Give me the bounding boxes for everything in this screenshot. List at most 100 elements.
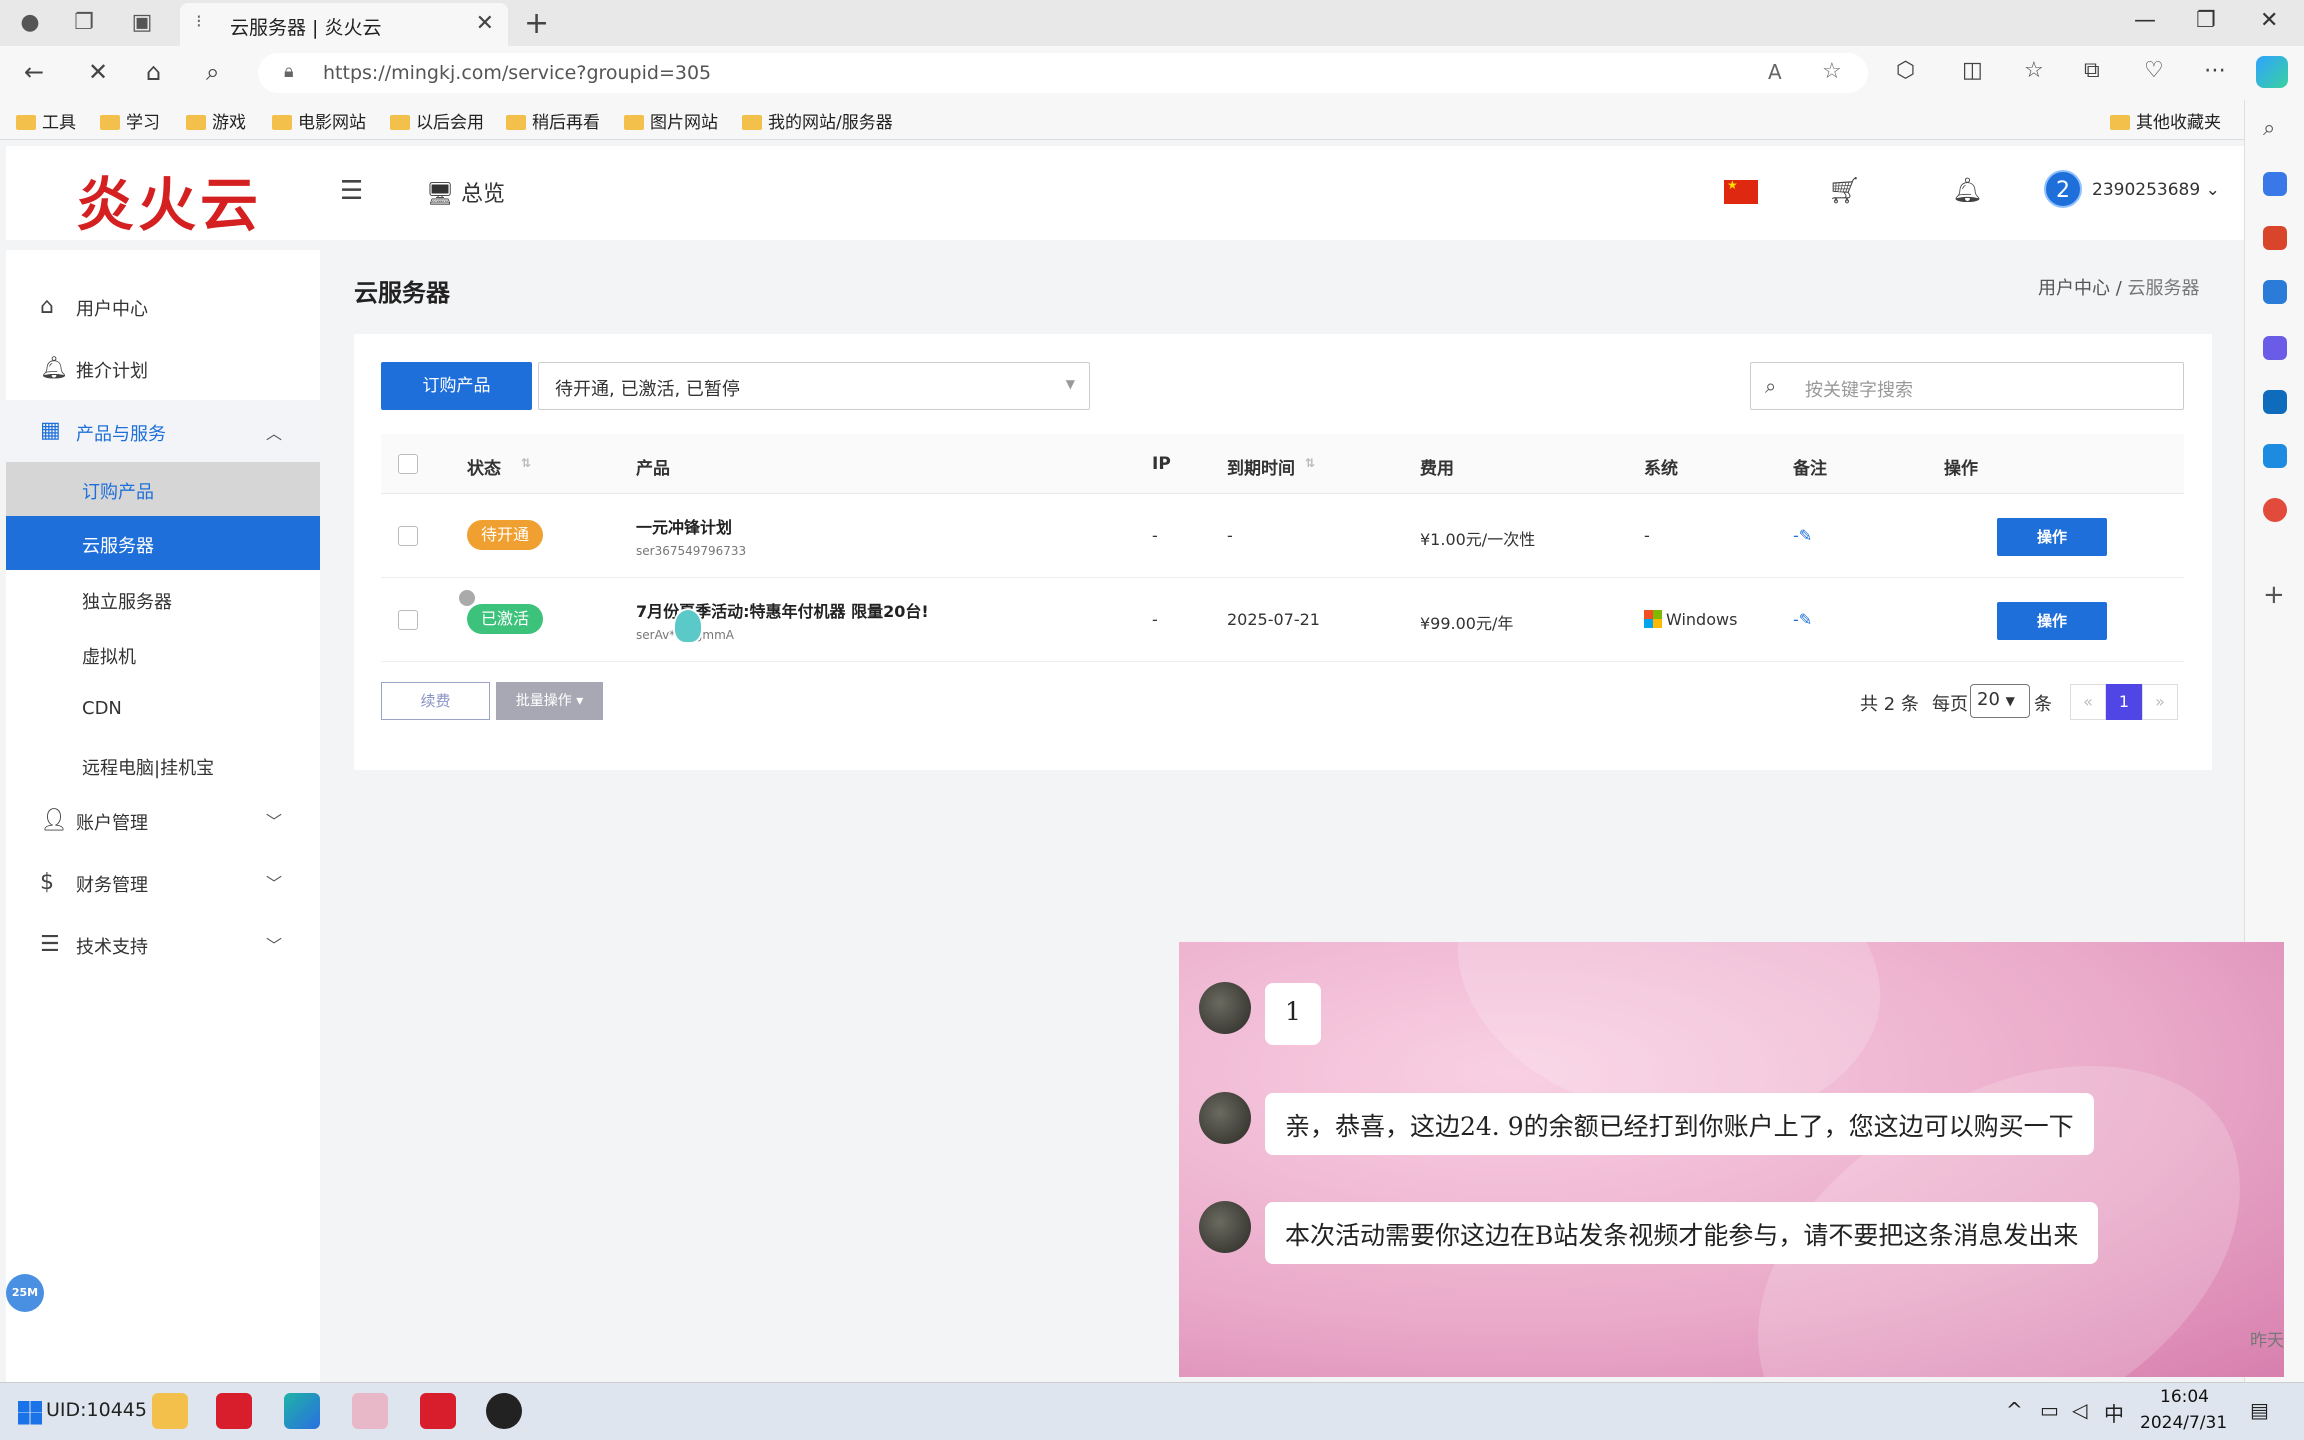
site-logo[interactable]: 炎火云: [76, 158, 262, 242]
new-tab-icon[interactable]: +: [524, 6, 549, 41]
ime-indicator[interactable]: 中: [2104, 1398, 2124, 1427]
restore-icon[interactable]: ❐: [2196, 8, 2216, 33]
add-app-icon[interactable]: +: [2263, 580, 2285, 610]
network-icon[interactable]: ▭: [2040, 1398, 2059, 1422]
product-name[interactable]: 一元冲锋计划: [636, 514, 732, 538]
search-icon[interactable]: ⌕: [206, 58, 219, 86]
app-icon[interactable]: [2263, 498, 2287, 522]
app-icon[interactable]: [420, 1393, 456, 1429]
username-dropdown[interactable]: 2390253689 ⌄: [2092, 180, 2220, 200]
bookmark-folder[interactable]: 电影网站: [272, 108, 366, 133]
app-icon[interactable]: [216, 1393, 252, 1429]
search-input[interactable]: ⌕ 按关键字搜索: [1750, 362, 2184, 410]
sidebar-item-finance[interactable]: $ 财务管理 ﹀: [6, 856, 320, 908]
sort-icon[interactable]: ⇅: [1305, 456, 1315, 470]
office-icon[interactable]: [2263, 336, 2287, 360]
bookmark-folder[interactable]: 学习: [100, 108, 160, 133]
row-checkbox[interactable]: [398, 610, 418, 630]
note-value[interactable]: -✎: [1793, 610, 1812, 629]
qq-icon[interactable]: [486, 1393, 522, 1429]
back-icon[interactable]: ←: [24, 58, 44, 86]
copilot-icon[interactable]: [2256, 56, 2288, 88]
bookmark-folder[interactable]: 图片网站: [624, 108, 718, 133]
clock-time[interactable]: 16:04: [2160, 1387, 2209, 1407]
close-window-icon[interactable]: ✕: [2260, 8, 2278, 33]
menu-toggle-icon[interactable]: ☰: [340, 176, 363, 206]
more-icon[interactable]: ⋯: [2204, 58, 2226, 83]
other-bookmarks-folder[interactable]: 其他收藏夹: [2110, 108, 2221, 133]
edge-icon[interactable]: [284, 1393, 320, 1429]
sidebar-item-user-center[interactable]: ⌂ 用户中心: [6, 280, 320, 332]
outlook-icon[interactable]: [2263, 390, 2287, 414]
file-explorer-icon[interactable]: [152, 1393, 188, 1429]
status-filter-select[interactable]: 待开通, 已激活, 已暂停 ▼: [538, 362, 1090, 410]
sidebar-sub-cdn[interactable]: CDN: [6, 682, 320, 736]
prev-page-button[interactable]: «: [2070, 684, 2106, 720]
extensions-icon[interactable]: ⬡: [1896, 58, 1915, 83]
start-icon[interactable]: [18, 1401, 42, 1425]
tab-close-icon[interactable]: ✕: [476, 11, 494, 36]
china-flag-icon[interactable]: [1724, 178, 1758, 204]
sort-icon[interactable]: ⇅: [521, 456, 531, 470]
bookmark-folder[interactable]: 游戏: [186, 108, 246, 133]
send-icon[interactable]: [2263, 444, 2287, 468]
url-field[interactable]: 🔒︎ https://mingkj.com/service?groupid=30…: [258, 53, 1868, 93]
sidebar-sub-cloud-server[interactable]: 云服务器: [6, 516, 320, 570]
batch-actions-button[interactable]: 批量操作 ▾: [496, 682, 603, 720]
notification-bell-icon[interactable]: 🔔︎: [1952, 176, 1982, 204]
order-product-button[interactable]: 订购产品: [381, 362, 532, 410]
browser-essentials-icon[interactable]: ♡: [2144, 58, 2164, 83]
image-app-icon[interactable]: [352, 1393, 388, 1429]
row-checkbox[interactable]: [398, 526, 418, 546]
chevron-down-icon: ▼: [2005, 694, 2015, 708]
sidebar-item-support[interactable]: ☰ 技术支持 ﹀: [6, 918, 320, 970]
per-page-select[interactable]: 20 ▼: [1970, 684, 2030, 718]
sidebar-sub-dedicated[interactable]: 独立服务器: [6, 572, 320, 626]
profile-icon[interactable]: ●: [16, 9, 44, 37]
action-button[interactable]: 操作: [1997, 602, 2107, 640]
stop-icon[interactable]: ✕: [88, 58, 108, 86]
collections-icon[interactable]: ⧉: [2084, 58, 2100, 83]
sidebar-sub-remote-pc[interactable]: 远程电脑|挂机宝: [6, 738, 320, 792]
sidebar-sub-order[interactable]: 订购产品: [6, 462, 320, 516]
overview-link[interactable]: 🖥︎ 总览: [426, 176, 505, 208]
sidebar-item-referral[interactable]: 🔔︎ 推介计划: [6, 342, 320, 394]
breadcrumb-user-center[interactable]: 用户中心: [2038, 278, 2110, 299]
home-icon[interactable]: ⌂: [146, 58, 161, 86]
workspaces-icon[interactable]: ❐: [70, 9, 98, 37]
notification-icon[interactable]: ▤: [2250, 1398, 2269, 1422]
bookmark-folder[interactable]: 稍后再看: [506, 108, 600, 133]
sidebar-search-icon[interactable]: ⌕: [2263, 116, 2275, 141]
sidebar-sub-vm[interactable]: 虚拟机: [6, 627, 320, 681]
tray-expand-icon[interactable]: ^: [2006, 1398, 2023, 1422]
sidebar-item-account[interactable]: 👤︎ 账户管理 ﹀: [6, 794, 320, 846]
games-icon[interactable]: [2263, 280, 2287, 304]
bookmark-folder[interactable]: 以后会用: [390, 108, 484, 133]
renew-button[interactable]: 续费: [381, 682, 490, 720]
bookmark-folder[interactable]: 我的网站/服务器: [742, 108, 893, 133]
shopping-icon[interactable]: [2263, 172, 2287, 196]
tab-actions-icon[interactable]: ▣: [128, 9, 156, 37]
minimize-icon[interactable]: —: [2134, 8, 2156, 33]
volume-icon[interactable]: ◁: [2072, 1398, 2087, 1422]
browser-tab[interactable]: ⁝ 云服务器 | 炎火云 ✕: [180, 3, 508, 46]
column-header[interactable]: 到期时间: [1227, 454, 1295, 479]
page-button[interactable]: 1: [2106, 684, 2142, 720]
avatar[interactable]: 2: [2044, 170, 2082, 208]
column-header[interactable]: 状态: [467, 454, 501, 479]
select-all-checkbox[interactable]: [398, 454, 418, 474]
clock-date[interactable]: 2024/7/31: [2140, 1413, 2227, 1433]
note-value[interactable]: -✎: [1793, 526, 1812, 545]
read-aloud-icon[interactable]: A: [1768, 60, 1782, 84]
tools-icon[interactable]: [2263, 226, 2287, 250]
next-page-button[interactable]: »: [2142, 684, 2178, 720]
favorite-star-icon[interactable]: ☆: [1822, 59, 1842, 84]
split-screen-icon[interactable]: ◫: [1962, 58, 1983, 83]
floating-badge[interactable]: 25M: [6, 1274, 44, 1312]
cart-icon[interactable]: 🛒︎: [1828, 176, 1861, 206]
favorites-icon[interactable]: ☆: [2024, 58, 2044, 83]
sidebar-item-products[interactable]: ▦ 产品与服务 ︿: [6, 400, 320, 462]
bookmark-folder[interactable]: 工具: [16, 108, 76, 133]
edit-icon: ✎: [1798, 610, 1813, 629]
action-button[interactable]: 操作: [1997, 518, 2107, 556]
